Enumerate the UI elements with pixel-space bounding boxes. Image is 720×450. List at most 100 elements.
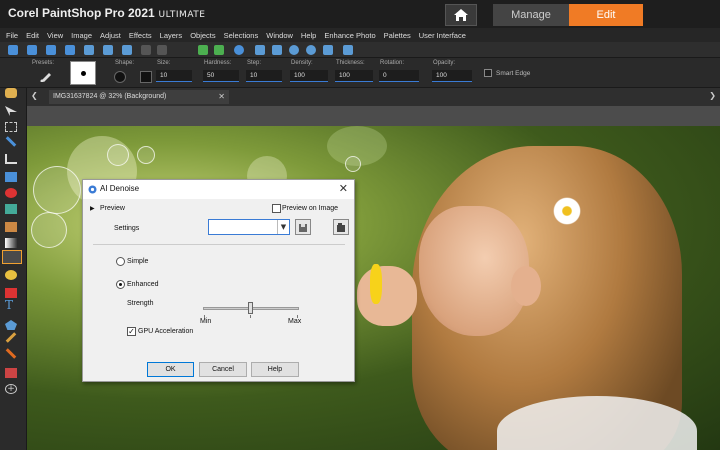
settings-dropdown[interactable]: ▼ <box>208 219 290 235</box>
save-preset-button[interactable] <box>295 219 311 235</box>
chevron-down-icon: ▼ <box>277 220 289 234</box>
menu-selections[interactable]: Selections <box>224 31 259 40</box>
document-tab-close-icon[interactable]: ✕ <box>218 90 225 104</box>
hardness-label: Hardness: <box>204 60 232 66</box>
info-icon[interactable] <box>234 45 244 55</box>
menu-help[interactable]: Help <box>301 31 316 40</box>
open-file-icon[interactable] <box>27 45 37 55</box>
thickness-label: Thickness: <box>336 60 365 66</box>
active-brush-tool-icon[interactable] <box>2 250 22 264</box>
enhanced-radio[interactable] <box>116 280 125 289</box>
opacity-field[interactable]: 100 <box>432 70 472 82</box>
selection-tool-icon[interactable] <box>5 122 17 132</box>
menu-window[interactable]: Window <box>266 31 293 40</box>
gpu-acceleration-checkbox[interactable]: ✓ <box>127 327 136 336</box>
red-eye-tool-icon[interactable] <box>5 188 17 198</box>
gradient-tool-icon[interactable] <box>5 238 17 248</box>
size-field[interactable]: 10 <box>156 70 192 82</box>
fit-window-icon[interactable] <box>323 45 333 55</box>
dropper-tool-icon[interactable] <box>5 136 17 147</box>
preview-on-image-label: Preview on Image <box>282 205 339 212</box>
slider-tick <box>250 315 251 318</box>
new-file-icon[interactable] <box>8 45 18 55</box>
menu-user-interface[interactable]: User Interface <box>419 31 466 40</box>
menu-view[interactable]: View <box>47 31 63 40</box>
makeover-tool-icon[interactable] <box>5 204 17 214</box>
hardness-field[interactable]: 50 <box>203 70 239 82</box>
menu-palettes[interactable]: Palettes <box>384 31 411 40</box>
shape-round-button[interactable] <box>114 71 126 83</box>
rotation-field[interactable]: 0 <box>379 70 419 82</box>
density-field[interactable]: 100 <box>290 70 328 82</box>
undo-icon[interactable] <box>198 45 208 55</box>
menu-edit[interactable]: Edit <box>26 31 39 40</box>
text-tool-icon[interactable]: T <box>5 299 17 311</box>
smart-edge-option[interactable]: Smart Edge <box>484 69 530 77</box>
menu-enhance-photo[interactable]: Enhance Photo <box>324 31 375 40</box>
save-icon[interactable] <box>46 45 56 55</box>
simple-label: Simple <box>127 258 149 265</box>
crop-tool-icon[interactable] <box>5 154 17 164</box>
pick-tool-icon[interactable] <box>5 106 17 116</box>
step-field[interactable]: 10 <box>246 70 282 82</box>
reset-button[interactable] <box>333 219 349 235</box>
eraser-tool-icon[interactable] <box>5 270 17 280</box>
soap-bubble <box>33 166 81 214</box>
dialog-title: AI Denoise <box>100 184 140 193</box>
smart-edge-checkbox[interactable] <box>484 69 492 77</box>
girl-hand <box>357 266 417 326</box>
opacity-label: Opacity: <box>433 60 456 66</box>
cancel-button[interactable]: Cancel <box>199 362 247 377</box>
draw-tool-icon[interactable] <box>5 332 17 343</box>
preview-section-label[interactable]: Preview <box>100 205 125 212</box>
redo-disabled-icon <box>157 45 167 55</box>
fill-tool-icon[interactable] <box>5 288 17 298</box>
rotation-label: Rotation: <box>380 60 405 66</box>
menu-image[interactable]: Image <box>71 31 92 40</box>
replace-color-tool-icon[interactable] <box>5 368 17 378</box>
standard-toolbar <box>0 42 720 58</box>
menu-adjust[interactable]: Adjust <box>100 31 121 40</box>
girl-face <box>419 206 529 336</box>
menu-objects[interactable]: Objects <box>190 31 215 40</box>
ok-button[interactable]: OK <box>147 362 194 377</box>
shape-square-button[interactable] <box>140 71 152 83</box>
pan-tool-icon[interactable] <box>5 88 17 98</box>
tab-edit[interactable]: Edit <box>569 4 643 26</box>
simple-radio[interactable] <box>116 257 125 266</box>
dialog-close-icon[interactable]: ✕ <box>339 182 348 195</box>
zoom-in-icon[interactable] <box>289 45 299 55</box>
preview-on-image-checkbox[interactable] <box>272 204 281 213</box>
preview-expand-icon[interactable]: ▶ <box>90 205 95 212</box>
document-tab[interactable]: IMG31637824 @ 32% (Background) ✕ <box>49 90 229 104</box>
tab-scroll-right-icon[interactable]: ❯ <box>709 91 716 100</box>
copy-icon[interactable] <box>122 45 132 55</box>
print-icon[interactable] <box>84 45 94 55</box>
straighten-tool-icon[interactable] <box>5 172 17 182</box>
tab-scroll-left-icon[interactable]: ❮ <box>31 91 38 100</box>
paint-brush-tool-icon[interactable] <box>5 222 17 232</box>
home-button[interactable] <box>445 4 477 26</box>
document-tab-bar: ❮ IMG31637824 @ 32% (Background) ✕ ❯ <box>27 88 720 106</box>
grid-icon[interactable] <box>255 45 265 55</box>
smart-edge-label: Smart Edge <box>496 69 531 77</box>
help-button[interactable]: Help <box>251 362 299 377</box>
dialog-title-bar: AI Denoise ✕ <box>83 180 354 199</box>
brush-preset-icon[interactable] <box>40 70 54 82</box>
menu-layers[interactable]: Layers <box>160 31 183 40</box>
zoom-out-icon[interactable] <box>306 45 316 55</box>
shape-tool-icon[interactable] <box>5 320 17 330</box>
retouch-tool-icon[interactable] <box>5 348 17 359</box>
menu-effects[interactable]: Effects <box>129 31 152 40</box>
brush-preview[interactable] <box>70 61 96 85</box>
menu-file[interactable]: File <box>6 31 18 40</box>
thickness-field[interactable]: 100 <box>335 70 373 82</box>
tab-manage[interactable]: Manage <box>493 4 569 26</box>
redo-icon[interactable] <box>214 45 224 55</box>
cut-icon[interactable] <box>103 45 113 55</box>
add-tool-icon[interactable]: + <box>5 384 17 394</box>
actual-size-icon[interactable] <box>343 45 353 55</box>
save-as-icon[interactable] <box>65 45 75 55</box>
strength-slider-thumb[interactable] <box>248 302 253 314</box>
layers-icon[interactable] <box>272 45 282 55</box>
